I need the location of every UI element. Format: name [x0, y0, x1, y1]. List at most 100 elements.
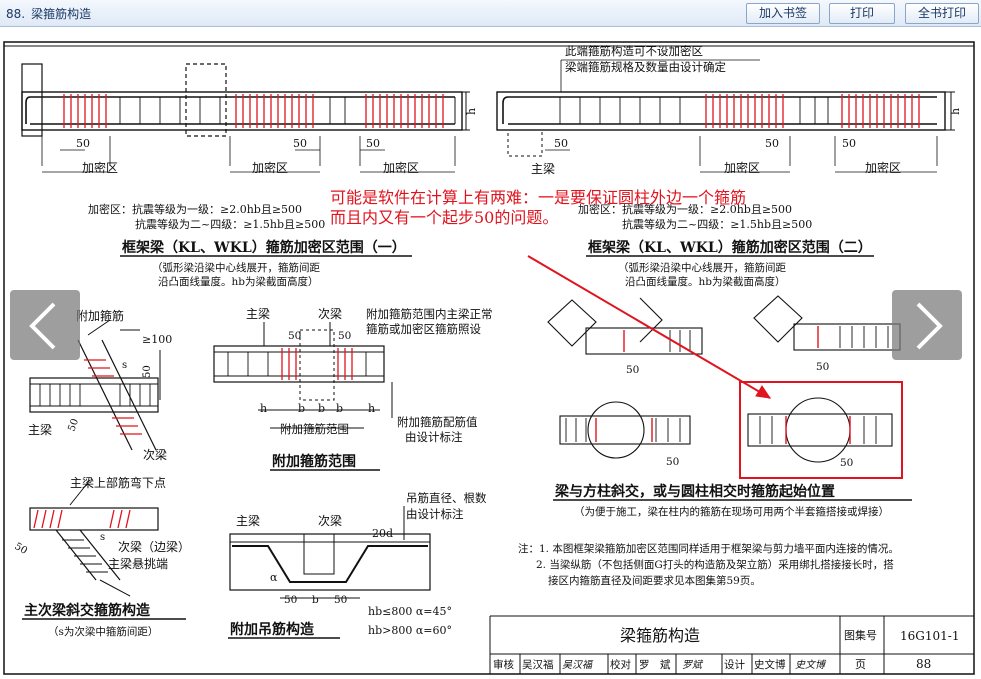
- p1-sub1: （弧形梁沿梁中心线展开，箍筋间距: [152, 261, 320, 274]
- dim-50-b: 50: [293, 137, 307, 150]
- p6-main-cantilever: 主梁悬挑端: [108, 556, 168, 571]
- toolbar: 88. 梁箍筋构造 加入书签 打印 全书打印: [0, 0, 981, 27]
- drawing-sheet: 50 50 50 加密区 加密区 加密区 h 加密区：抗震等级为一级：≥2.0h…: [3, 41, 975, 675]
- p4-note3: 附加箍筋配筋值: [397, 415, 478, 429]
- p6-sub: （s为次梁中箍筋间距）: [48, 625, 158, 638]
- dim-50-f: 50: [842, 137, 856, 150]
- page-title-text: 梁箍筋构造: [31, 7, 92, 21]
- p3-secondary-beam: 次梁: [143, 447, 167, 462]
- p4-note2: 箍筋或加密区箍筋照设: [366, 322, 481, 336]
- p3-extra-stirrup: 附加箍筋: [76, 308, 124, 323]
- print-all-button[interactable]: 全书打印: [905, 3, 979, 24]
- note-1: 注：1. 本图框架梁箍筋加密区范围同样适用于框架梁与剪力墙平面内连接的情况。: [518, 542, 899, 555]
- annotation-line2: 而且内又有一个起步50的问题。: [330, 208, 558, 227]
- tb-r9: 史文博: [754, 658, 786, 671]
- zone-label-2a: 加密区: [724, 160, 760, 175]
- p4-dim-50-a: 50: [288, 330, 301, 342]
- p6-title: 主次梁斜交箍筋构造: [24, 602, 150, 619]
- tb-r10: 史文博: [795, 659, 827, 671]
- page-title: 88. 梁箍筋构造: [6, 5, 97, 22]
- p5-dim-50-c: 50: [666, 456, 679, 468]
- p6-top-bend: 主梁上部筋弯下点: [70, 475, 166, 490]
- p5-dim-50-a: 50: [626, 364, 639, 376]
- dim-50-a: 50: [76, 137, 90, 150]
- p3-main-beam: 主梁: [28, 422, 52, 437]
- tb-r8: 设计: [724, 658, 745, 671]
- zone-label-1c: 加密区: [383, 160, 419, 175]
- p2-title: 框架梁（KL、WKL）箍筋加密区范围（二）: [588, 239, 872, 256]
- p4-h1-b: h: [368, 402, 375, 415]
- p6-secondary-edge: 次梁（边梁）: [118, 539, 190, 554]
- p5-sub: （为便于施工，梁在柱内的箍筋在现场可用两个半套箍搭接或焊接）: [574, 505, 889, 518]
- p4-title: 附加箍筋范围: [272, 453, 356, 470]
- p4-range: 附加箍筋范围: [280, 422, 349, 436]
- note-3: 接区内箍筋直径及间距要求见本图集第59页。: [548, 574, 761, 587]
- p4-h1-a: h: [260, 402, 267, 415]
- p5-title: 梁与方柱斜交，或与圆柱相交时箍筋起始位置: [554, 483, 835, 500]
- zone-label-1b: 加密区: [252, 160, 288, 175]
- p1-zone-line2: 抗震等级为二~四级：≥1.5hb且≥500: [135, 217, 325, 231]
- p6-s: s: [100, 532, 105, 543]
- page-number: 88.: [6, 7, 26, 21]
- tb-r3: 吴汉福: [562, 659, 594, 671]
- p2-sub1: （弧形梁沿梁中心线展开，箍筋间距: [618, 261, 786, 274]
- p2-main-beam: 主梁: [531, 161, 555, 176]
- p7-dim-50-a: 50: [284, 594, 297, 606]
- p7-alpha: α: [270, 571, 278, 584]
- p4-note4: 由设计标注: [405, 430, 463, 444]
- p4-b-a: b: [298, 402, 305, 415]
- tb-r2: 吴汉福: [522, 658, 554, 671]
- p5-dim-50-d: 50: [840, 457, 853, 469]
- p4-b-c: b: [336, 402, 343, 415]
- next-page-button[interactable]: [892, 290, 962, 360]
- tb-r1: 审核: [493, 658, 514, 671]
- add-bookmark-button[interactable]: 加入书签: [746, 3, 820, 24]
- p2-zone-line2: 抗震等级为二~四级：≥1.5hb且≥500: [622, 217, 812, 231]
- sheet-frame: [3, 41, 975, 675]
- p4-b-b: b: [318, 402, 325, 415]
- p4-note1: 附加箍筋范围内主梁正常: [366, 307, 493, 321]
- prev-page-button[interactable]: [10, 290, 80, 360]
- note-2: 2. 当梁纵筋（不包括侧面G打头的构造筋及架立筋）采用绑扎搭接接长时，搭: [536, 558, 894, 571]
- p7-cond2: hb>800 α=60°: [368, 624, 452, 637]
- tb-name: 梁箍筋构造: [620, 626, 700, 645]
- p1-zone-line1: 加密区：抗震等级为一级：≥2.0hb且≥500: [88, 202, 302, 216]
- p7-note1: 吊筋直径、根数: [406, 491, 487, 505]
- p7-cond1: hb≤800 α=45°: [368, 605, 452, 618]
- tb-r5: 罗: [639, 659, 650, 671]
- chevron-right-icon: [916, 302, 943, 350]
- tb-r4: 校对: [610, 658, 631, 671]
- p3-s: s: [122, 360, 127, 371]
- hb-label-1: h: [465, 108, 478, 115]
- p1-sub2: 沿凸面线量度。hb为梁截面高度）: [158, 275, 318, 288]
- p7-main-beam: 主梁: [236, 513, 260, 528]
- p7-note2: 由设计标注: [406, 507, 464, 521]
- dim-50-c: 50: [366, 137, 380, 150]
- p3-dim-100: ≥100: [142, 333, 172, 346]
- p1-title: 框架梁（KL、WKL）箍筋加密区范围（一）: [122, 239, 406, 256]
- tb-page-label: 页: [855, 658, 866, 671]
- p4-dim-50-b: 50: [338, 330, 351, 342]
- page-viewer: 50 50 50 加密区 加密区 加密区 h 加密区：抗震等级为一级：≥2.0h…: [0, 28, 981, 679]
- p7-dim-50-b: 50: [334, 594, 347, 606]
- p7-secondary-beam: 次梁: [318, 513, 342, 528]
- print-button[interactable]: 打印: [829, 3, 895, 24]
- hb-label-2: h: [949, 108, 962, 115]
- chevron-left-icon: [29, 302, 56, 350]
- p7-b: b: [312, 594, 319, 606]
- tb-atlas-no: 16G101-1: [900, 629, 959, 643]
- p5-dim-50-b: 50: [816, 361, 829, 373]
- p2-note1: 此端箍筋构造可不设加密区: [565, 44, 703, 58]
- tb-atlas-label: 图集号: [844, 628, 877, 642]
- zone-label-1a: 加密区: [82, 160, 118, 175]
- p2-sub2: 沿凸面线量度。hb为梁截面高度）: [625, 275, 785, 288]
- dim-50-d: 50: [554, 137, 568, 150]
- annotation-line1: 可能是软件在计算上有两难：一是要保证圆柱外边一个箍筋: [330, 188, 746, 207]
- tb-r7: 罗斌: [682, 659, 704, 671]
- p7-title: 附加吊筋构造: [230, 621, 314, 638]
- p2-note2: 梁端箍筋规格及数量由设计确定: [565, 60, 726, 74]
- p7-20d: 20d: [372, 527, 393, 540]
- tb-page-no: 88: [916, 657, 931, 671]
- p4-main-beam: 主梁: [246, 306, 270, 321]
- p3-dim-50-a: 50: [142, 365, 153, 378]
